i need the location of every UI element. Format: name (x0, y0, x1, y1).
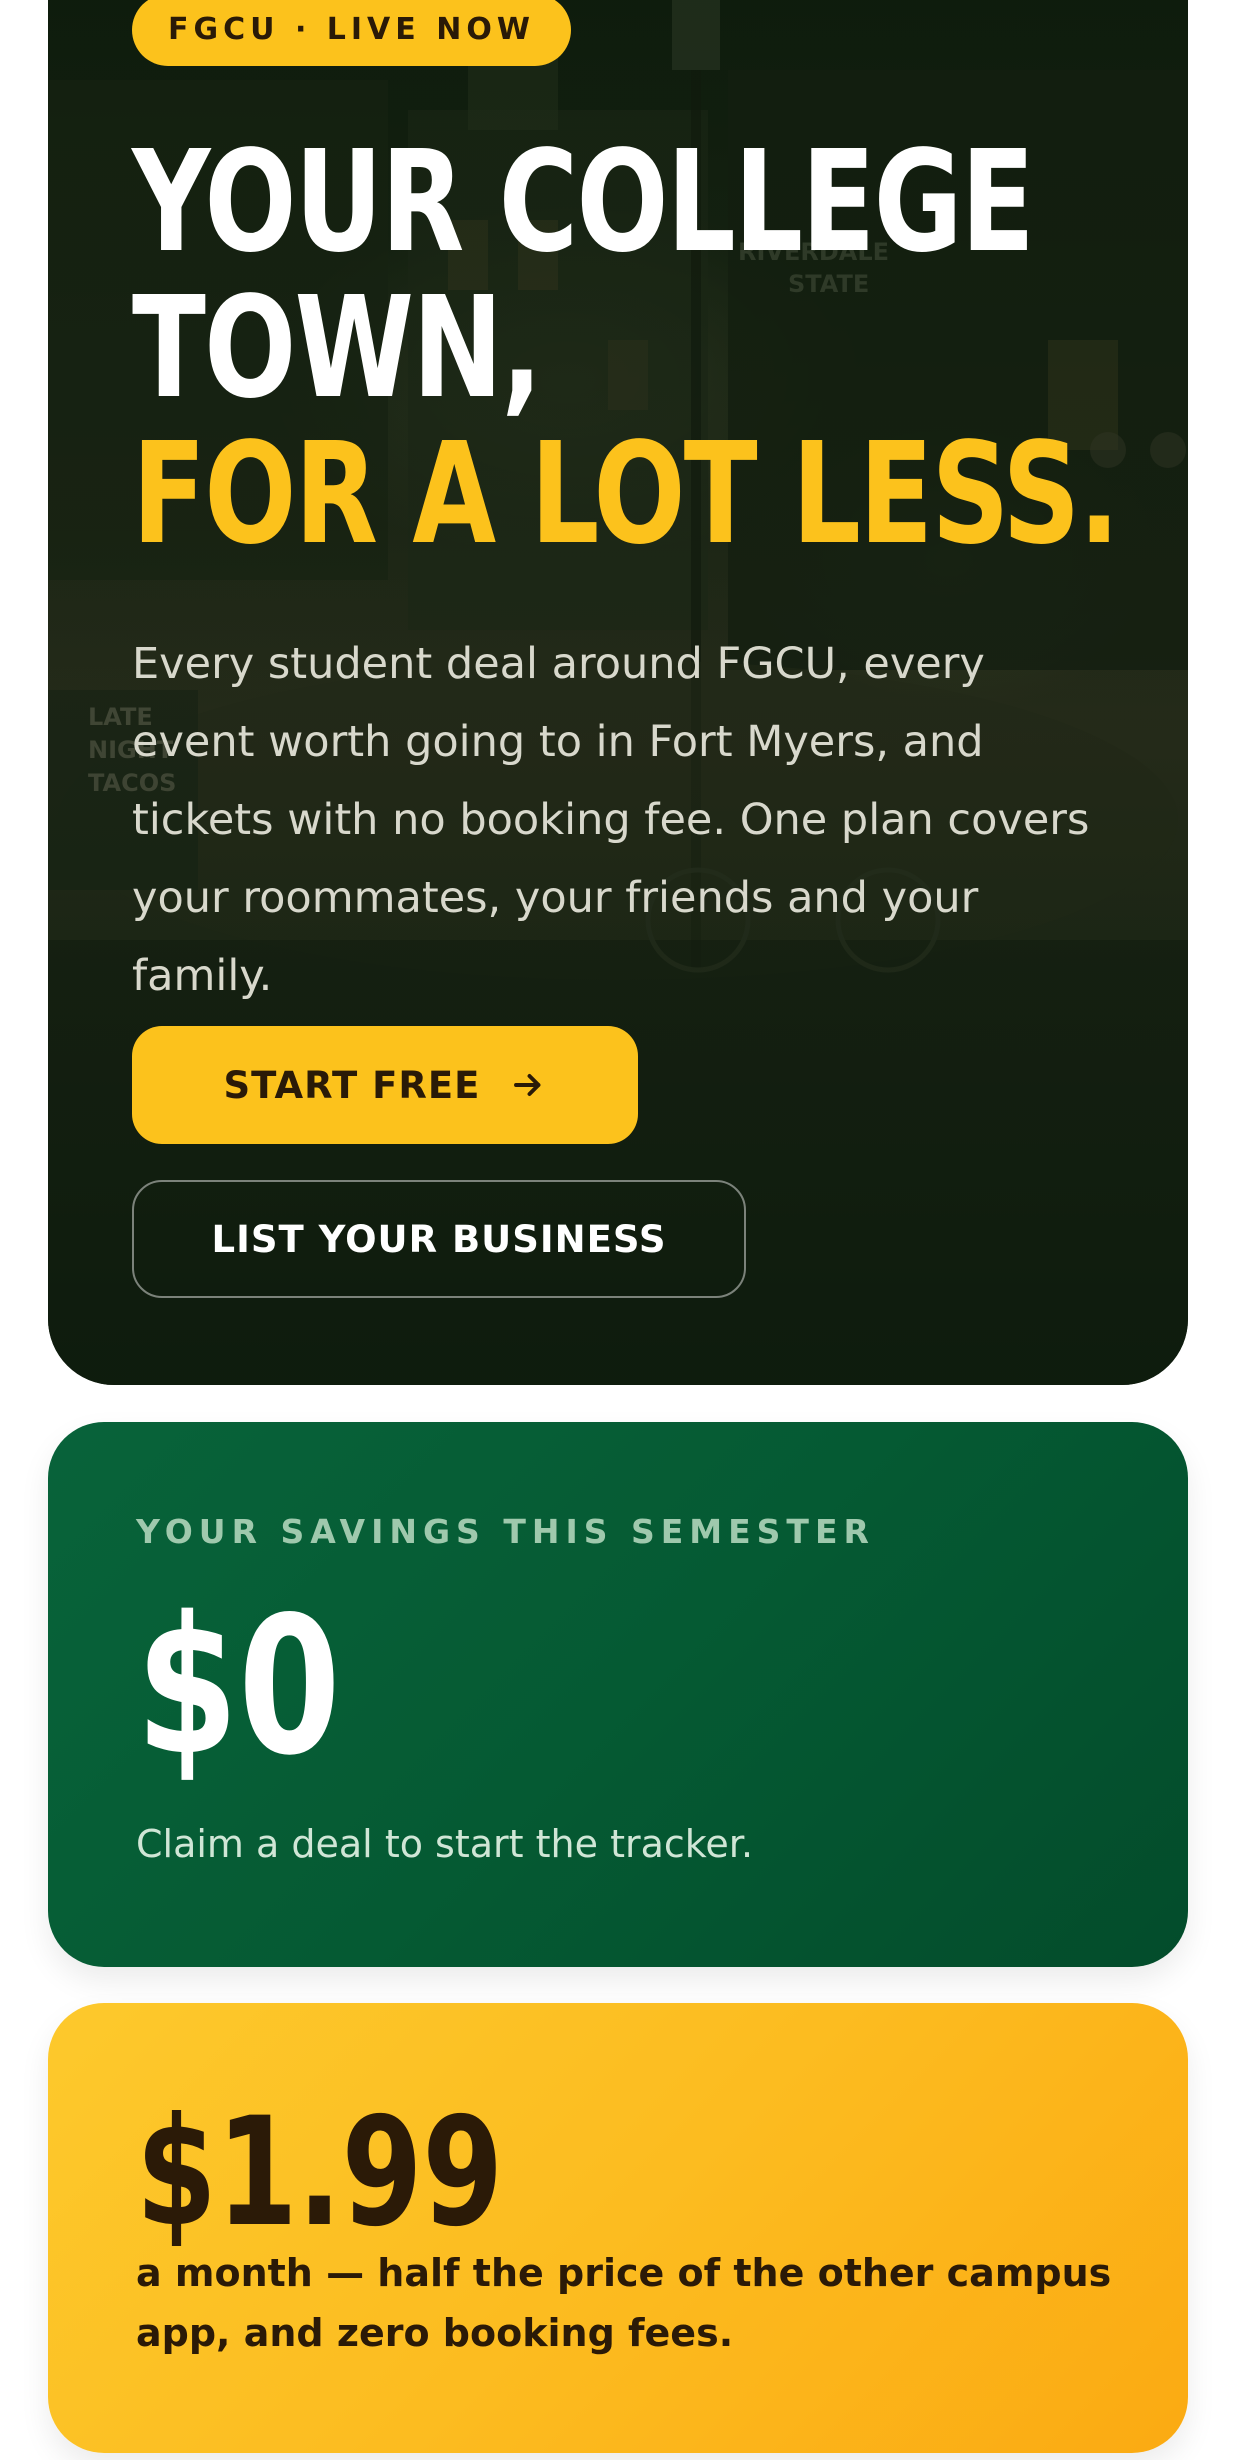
campus-live-badge: FGCU · LIVE NOW (132, 0, 571, 66)
price-note: a month — half the price of the other ca… (136, 2251, 1112, 2355)
savings-tracker-card: YOUR SAVINGS THIS SEMESTER $0 Claim a de… (48, 1422, 1188, 1967)
headline-line-1: YOUR COLLEGE (132, 121, 1035, 284)
start-free-label: START FREE (223, 1063, 481, 1107)
savings-label: YOUR SAVINGS THIS SEMESTER (136, 1512, 875, 1551)
pricing-card: $1.99 a month — half the price of the ot… (48, 2003, 1188, 2453)
hero-section: LATE NIGHT TACOS RIVERDALE STATE FGCU · … (48, 0, 1188, 1385)
hero-headline: YOUR COLLEGE TOWN, FOR A LOT LESS. (132, 121, 1120, 576)
hero-description: Every student deal around FGCU, every ev… (132, 639, 1090, 1001)
headline-line-3: FOR A LOT LESS. (132, 413, 1120, 576)
landing-page: LATE NIGHT TACOS RIVERDALE STATE FGCU · … (0, 0, 1236, 2460)
arrow-right-icon (514, 1074, 541, 1096)
headline-line-2: TOWN, (132, 267, 542, 430)
savings-amount: $0 (136, 1576, 341, 1797)
savings-note: Claim a deal to start the tracker. (136, 1822, 754, 1866)
start-free-button[interactable]: START FREE (132, 1026, 638, 1144)
list-your-business-button[interactable]: LIST YOUR BUSINESS (132, 1180, 746, 1298)
price-amount: $1.99 (136, 2086, 504, 2260)
